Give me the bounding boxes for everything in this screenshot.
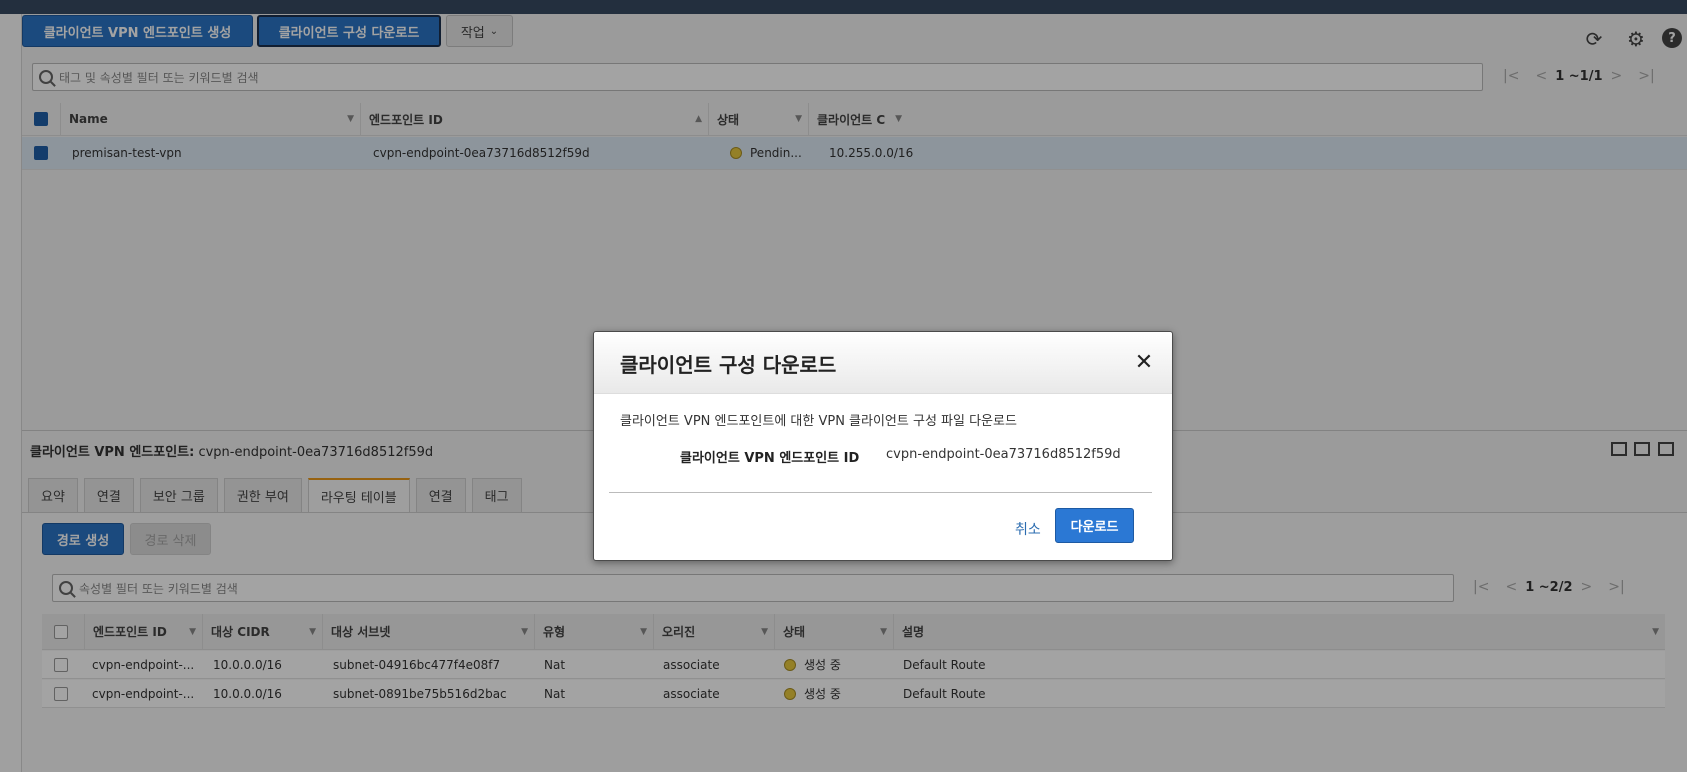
endpoint-id-label: 클라이언트 VPN 엔드포인트 ID <box>680 451 860 466</box>
close-icon[interactable]: ✕ <box>1132 350 1156 375</box>
dialog-title: 클라이언트 구성 다운로드 <box>620 353 837 377</box>
download-config-dialog: 클라이언트 구성 다운로드 ✕ 클라이언트 VPN 엔드포인트에 대한 VPN … <box>593 331 1173 561</box>
cancel-button[interactable]: 취소 <box>1015 519 1041 539</box>
dialog-description: 클라이언트 VPN 엔드포인트에 대한 VPN 클라이언트 구성 파일 다운로드 <box>620 414 1017 429</box>
top-nav-bar <box>0 0 1687 14</box>
dialog-header: 클라이언트 구성 다운로드 ✕ <box>594 332 1172 394</box>
download-button[interactable]: 다운로드 <box>1055 508 1134 543</box>
dialog-divider <box>609 492 1152 493</box>
endpoint-id-value: cvpn-endpoint-0ea73716d8512f59d <box>886 447 1121 462</box>
